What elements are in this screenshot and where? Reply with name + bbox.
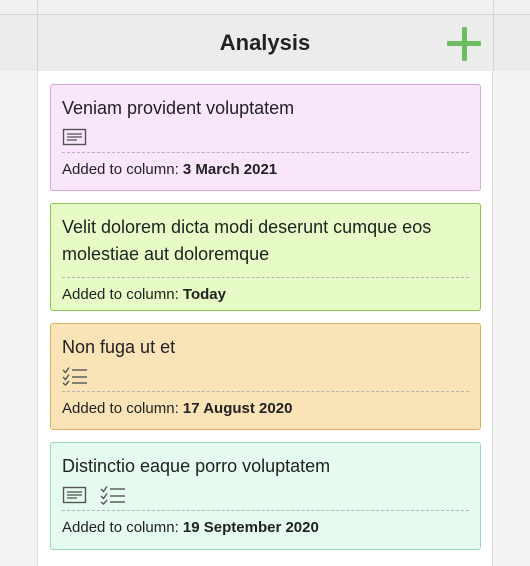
added-date: 3 March 2021: [182, 161, 278, 178]
added-label: Added to column:: [62, 286, 179, 303]
checklist-icon: [100, 485, 126, 505]
card-meta: Added to column: Today: [62, 278, 469, 312]
card-meta: Added to column: 19 September 2020: [62, 511, 469, 545]
card-title: Velit dolorem dicta modi deserunt cumque…: [62, 217, 432, 264]
add-card-button[interactable]: [447, 27, 481, 61]
column-title: Analysis: [219, 30, 311, 55]
adjacent-column-left: [0, 71, 37, 566]
description-icon: [62, 127, 88, 147]
card[interactable]: Non fuga ut et Added to column: 17 Augus…: [50, 323, 481, 430]
added-date: 19 September 2020: [182, 519, 319, 536]
card-icons: [62, 480, 469, 510]
column-divider: [37, 0, 38, 14]
card-meta: Added to column: 3 March 2021: [62, 153, 469, 187]
card-title: Veniam provident voluptatem: [62, 98, 295, 118]
card[interactable]: Distinctio eaque porro voluptatem Added …: [50, 442, 481, 550]
description-icon: [62, 485, 88, 505]
adjacent-column-right: [493, 71, 530, 566]
top-strip: [0, 0, 530, 14]
added-date: Today: [182, 286, 226, 303]
card[interactable]: Velit dolorem dicta modi deserunt cumque…: [50, 203, 481, 311]
card-icons: [62, 361, 469, 391]
card-meta: Added to column: 17 August 2020: [62, 392, 469, 426]
column-divider: [493, 0, 494, 14]
card-title: Non fuga ut et: [62, 337, 176, 357]
card[interactable]: Veniam provident voluptatem Added to col…: [50, 84, 481, 191]
added-label: Added to column:: [62, 519, 179, 536]
card-icons: [62, 122, 469, 152]
added-label: Added to column:: [62, 400, 179, 417]
added-label: Added to column:: [62, 161, 179, 178]
column-divider: [493, 15, 494, 71]
card-title: Distinctio eaque porro voluptatem: [62, 456, 331, 476]
added-date: 17 August 2020: [182, 400, 293, 417]
checklist-icon: [62, 366, 88, 386]
